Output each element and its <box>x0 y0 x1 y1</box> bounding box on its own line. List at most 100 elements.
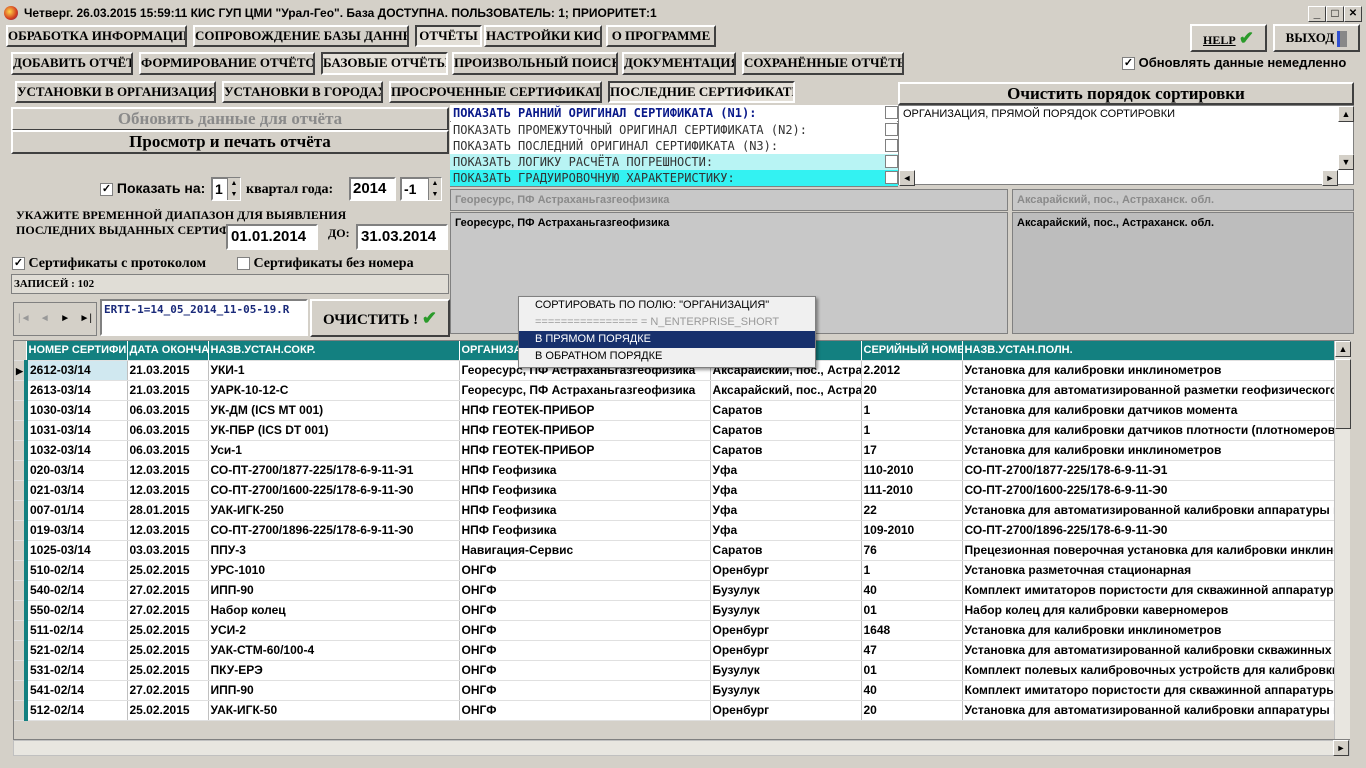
cell-end-date[interactable]: 06.03.2015 <box>127 420 209 441</box>
table-row[interactable]: 1032-03/14 06.03.2015 Уси-1 НПФ ГЕОТЕК-ПРИБ… <box>14 440 1349 461</box>
cell-city[interactable]: Бузулук <box>710 580 862 601</box>
grid-vertical-scrollbar[interactable]: ▲ <box>1334 341 1351 739</box>
cell-cert-number[interactable]: 2612-03/14 <box>24 360 128 381</box>
row-indicator[interactable] <box>14 540 27 561</box>
row-indicator[interactable] <box>14 660 27 681</box>
cell-short-name[interactable]: УКИ-1 <box>208 360 460 381</box>
cell-end-date[interactable]: 27.02.2015 <box>127 580 209 601</box>
cell-serial-number[interactable]: 20 <box>861 380 963 401</box>
table-row[interactable]: 2613-03/14 21.03.2015 УАРК-10-12-С Георесур… <box>14 380 1349 401</box>
cell-end-date[interactable]: 21.03.2015 <box>127 380 209 401</box>
offset-spin-arrows[interactable]: ▲ ▼ <box>428 178 441 200</box>
year-field[interactable]: 2014 <box>349 177 396 201</box>
date-to-field[interactable]: 31.03.2014 <box>356 224 448 250</box>
filename-field[interactable]: ERTI-1=14_05_2014_11-05-19.R <box>100 299 308 336</box>
with-protocol-check[interactable]: ✓ <box>12 257 25 271</box>
cell-city[interactable]: Уфа <box>710 500 862 521</box>
prev-record-icon[interactable]: ◄ <box>35 303 56 335</box>
cell-short-name[interactable]: УК-ДМ (ICS MT 001) <box>208 400 460 421</box>
exit-button[interactable]: ВЫХОД <box>1273 24 1360 52</box>
cell-full-name[interactable]: Установка для автоматизированной калибро… <box>962 500 1349 521</box>
no-number-check[interactable] <box>237 257 250 271</box>
cell-city[interactable]: Бузулук <box>710 660 862 681</box>
cell-short-name[interactable]: ИПП-90 <box>208 580 460 601</box>
cell-full-name[interactable]: Прецезионная поверочная установка для ка… <box>962 540 1349 561</box>
option-checkbox[interactable] <box>885 123 898 136</box>
cell-cert-number[interactable]: 550-02/14 <box>24 600 128 621</box>
tab-documentation[interactable]: ДОКУМЕНТАЦИЯ <box>622 52 736 75</box>
cell-full-name[interactable]: Установка для автоматизированной калибро… <box>962 700 1349 721</box>
cell-full-name[interactable]: Установка для автоматизированной разметк… <box>962 380 1349 401</box>
cell-organization[interactable]: НПФ ГЕОТЕК-ПРИБОР <box>459 420 711 441</box>
cell-serial-number[interactable]: 40 <box>861 580 963 601</box>
cell-cert-number[interactable]: 512-02/14 <box>24 700 128 721</box>
cell-short-name[interactable]: УАРК-10-12-С <box>208 380 460 401</box>
cell-end-date[interactable]: 06.03.2015 <box>127 440 209 461</box>
tab-reports[interactable]: ОТЧЁТЫ <box>415 25 482 47</box>
col-serial-number[interactable]: СЕРИЙНЫЙ НОМЕР <box>861 341 963 361</box>
row-indicator[interactable] <box>14 520 27 541</box>
cell-full-name[interactable]: Установка разметочная стационарная <box>962 560 1349 581</box>
cell-serial-number[interactable]: 109-2010 <box>861 520 963 541</box>
col-short-name[interactable]: НАЗВ.УСТАН.СОКР. <box>208 341 460 361</box>
sort-scroll-up[interactable]: ▲ <box>1338 106 1354 122</box>
tab-settings[interactable]: НАСТРОЙКИ КИС <box>484 25 602 47</box>
clear-sort-button[interactable]: Очистить порядок сортировки <box>898 82 1354 105</box>
cell-cert-number[interactable]: 1032-03/14 <box>24 440 128 461</box>
scroll-thumb[interactable] <box>1335 359 1351 429</box>
cell-city[interactable]: Саратов <box>710 420 862 441</box>
option-last-original[interactable]: ПОКАЗАТЬ ПОСЛЕДНИЙ ОРИГИНАЛ СЕРТИФИКАТА … <box>450 138 898 154</box>
row-indicator[interactable] <box>14 380 27 401</box>
tab-expired-certificates[interactable]: ПРОСРОЧЕННЫЕ СЕРТИФИКАТЫ <box>389 81 602 103</box>
row-indicator[interactable] <box>14 580 27 601</box>
cell-full-name[interactable]: СО-ПТ-2700/1600-225/178-6-9-11-Э0 <box>962 480 1349 501</box>
option-checkbox[interactable] <box>885 139 898 152</box>
table-row[interactable]: 511-02/14 25.02.2015 УСИ-2 ОНГФ Оренбург 1648… <box>14 620 1349 641</box>
cell-short-name[interactable]: Набор колец <box>208 600 460 621</box>
cell-organization[interactable]: НПФ Геофизика <box>459 520 711 541</box>
first-record-icon[interactable]: |◄ <box>14 303 35 335</box>
scroll-up-icon[interactable]: ▲ <box>1335 341 1351 357</box>
option-intermediate-original[interactable]: ПОКАЗАТЬ ПРОМЕЖУТОЧНЫЙ ОРИГИНАЛ СЕРТИФИК… <box>450 122 898 138</box>
sort-scroll-down[interactable]: ▼ <box>1338 154 1354 170</box>
table-row[interactable]: 020-03/14 12.03.2015 СО-ПТ-2700/1877-225/1… <box>14 460 1349 481</box>
cell-city[interactable]: Уфа <box>710 480 862 501</box>
cell-end-date[interactable]: 25.02.2015 <box>127 620 209 641</box>
menu-item-descending[interactable]: В ОБРАТНОМ ПОРЯДКЕ <box>519 348 815 365</box>
cell-organization[interactable]: ОНГФ <box>459 580 711 601</box>
option-checkbox[interactable] <box>885 155 898 168</box>
cell-full-name[interactable]: Комплект имитаторов пористости для скваж… <box>962 580 1349 601</box>
table-row[interactable]: 510-02/14 25.02.2015 УРС-1010 ОНГФ Оренбург 1… <box>14 560 1349 581</box>
cell-short-name[interactable]: СО-ПТ-2700/1896-225/178-6-9-11-Э0 <box>208 520 460 541</box>
table-row[interactable]: 540-02/14 27.02.2015 ИПП-90 ОНГФ Бузулук 40 Ко… <box>14 580 1349 601</box>
org-list-item[interactable]: Георесурс, ПФ Астраханьгазгеофизика <box>455 217 669 229</box>
table-row[interactable]: 1030-03/14 06.03.2015 УК-ДМ (ICS MT 001) НП… <box>14 400 1349 421</box>
cell-organization[interactable]: ОНГФ <box>459 600 711 621</box>
cell-city[interactable]: Саратов <box>710 540 862 561</box>
cell-end-date[interactable]: 06.03.2015 <box>127 400 209 421</box>
cell-full-name[interactable]: Установка для калибровки датчиков момент… <box>962 400 1349 421</box>
org-filter[interactable]: Георесурс, ПФ Астраханьгазгеофизика <box>450 189 1008 211</box>
cell-serial-number[interactable]: 01 <box>861 600 963 621</box>
row-indicator[interactable] <box>14 680 27 701</box>
cell-organization[interactable]: ОНГФ <box>459 620 711 641</box>
tab-about[interactable]: О ПРОГРАММЕ <box>606 25 716 47</box>
preview-print-button[interactable]: Просмотр и печать отчёта <box>11 130 449 154</box>
tab-base-reports[interactable]: БАЗОВЫЕ ОТЧЁТЫ <box>321 52 448 75</box>
city-filter[interactable]: Аксарайский, пос., Астраханск. обл. <box>1012 189 1354 211</box>
sort-scroll-left[interactable]: ◄ <box>899 170 915 186</box>
table-row[interactable]: 1031-03/14 06.03.2015 УК-ПБР (ICS DT 001) Н… <box>14 420 1349 441</box>
cell-end-date[interactable]: 28.01.2015 <box>127 500 209 521</box>
col-cert-number[interactable]: НОМЕР СЕРТИФИКАТА <box>26 341 128 361</box>
with-protocol-checkbox[interactable]: ✓ Сертификаты с протоколом <box>12 256 206 272</box>
cell-organization[interactable]: ОНГФ <box>459 560 711 581</box>
cell-full-name[interactable]: Установка для автоматизированной калибро… <box>962 640 1349 661</box>
table-row[interactable]: 1025-03/14 03.03.2015 ППУ-3 Навигация-Серви… <box>14 540 1349 561</box>
row-indicator[interactable] <box>14 460 27 481</box>
tab-add-report[interactable]: ДОБАВИТЬ ОТЧЁТ <box>11 52 133 75</box>
cell-full-name[interactable]: Набор колец для калибровки каверномеров <box>962 600 1349 621</box>
row-indicator[interactable] <box>14 560 27 581</box>
cell-organization[interactable]: НПФ Геофизика <box>459 480 711 501</box>
cell-cert-number[interactable]: 521-02/14 <box>24 640 128 661</box>
option-early-original[interactable]: ПОКАЗАТЬ РАННИЙ ОРИГИНАЛ СЕРТИФИКАТА (N1… <box>450 105 898 121</box>
